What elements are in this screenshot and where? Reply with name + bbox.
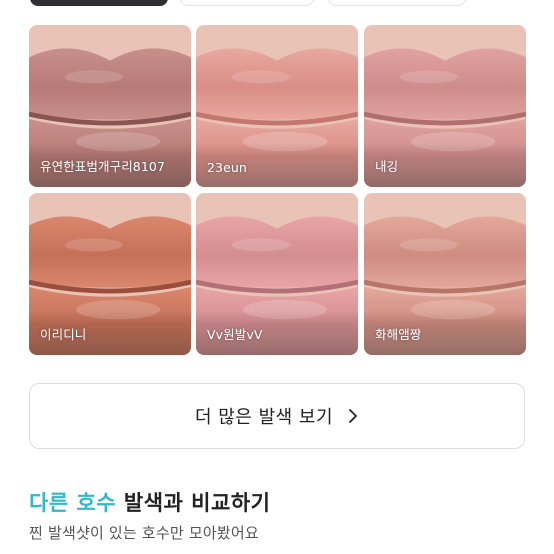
swatch-photo[interactable]: 유연한표범개구리8107	[29, 25, 191, 187]
compare-title-accent: 다른 호수	[29, 491, 117, 515]
swatch-photo[interactable]: Vv원발vV	[196, 193, 358, 355]
swatch-username: 23eun	[207, 160, 247, 175]
swatch-photo[interactable]: 23eun	[196, 25, 358, 187]
more-swatches-label: 더 많은 발색 보기	[194, 407, 334, 428]
compare-section-subtitle: 찐 발색샷이 있는 호수만 모아봤어요	[29, 524, 259, 542]
swatch-photo[interactable]: 화해앰짱	[364, 193, 526, 355]
swatch-photo[interactable]: 이리디니	[29, 193, 191, 355]
shade-tab-bar	[0, 0, 554, 8]
swatch-username: Vv원발vV	[207, 327, 263, 342]
swatch-username: 화해앰짱	[375, 327, 422, 342]
more-swatches-button[interactable]: 더 많은 발색 보기	[29, 383, 525, 449]
compare-section-title: 다른 호수 발색과 비교하기	[29, 487, 270, 517]
tab-2[interactable]	[180, 0, 314, 6]
swatch-username: 유연한표범개구리8107	[40, 159, 166, 174]
swatch-username: 이리디니	[40, 327, 87, 342]
swatch-photo[interactable]: 내깅	[364, 25, 526, 187]
swatch-username: 내깅	[375, 159, 399, 174]
tab-selected[interactable]	[30, 0, 168, 6]
tab-3[interactable]	[328, 0, 466, 6]
chevron-right-icon	[349, 409, 357, 423]
swatch-photo-grid: 유연한표범개구리8107 23eun 내깅 이리디니 Vv원발vV 화해앰짱	[29, 25, 526, 355]
compare-title-rest: 발색과 비교하기	[116, 491, 271, 515]
